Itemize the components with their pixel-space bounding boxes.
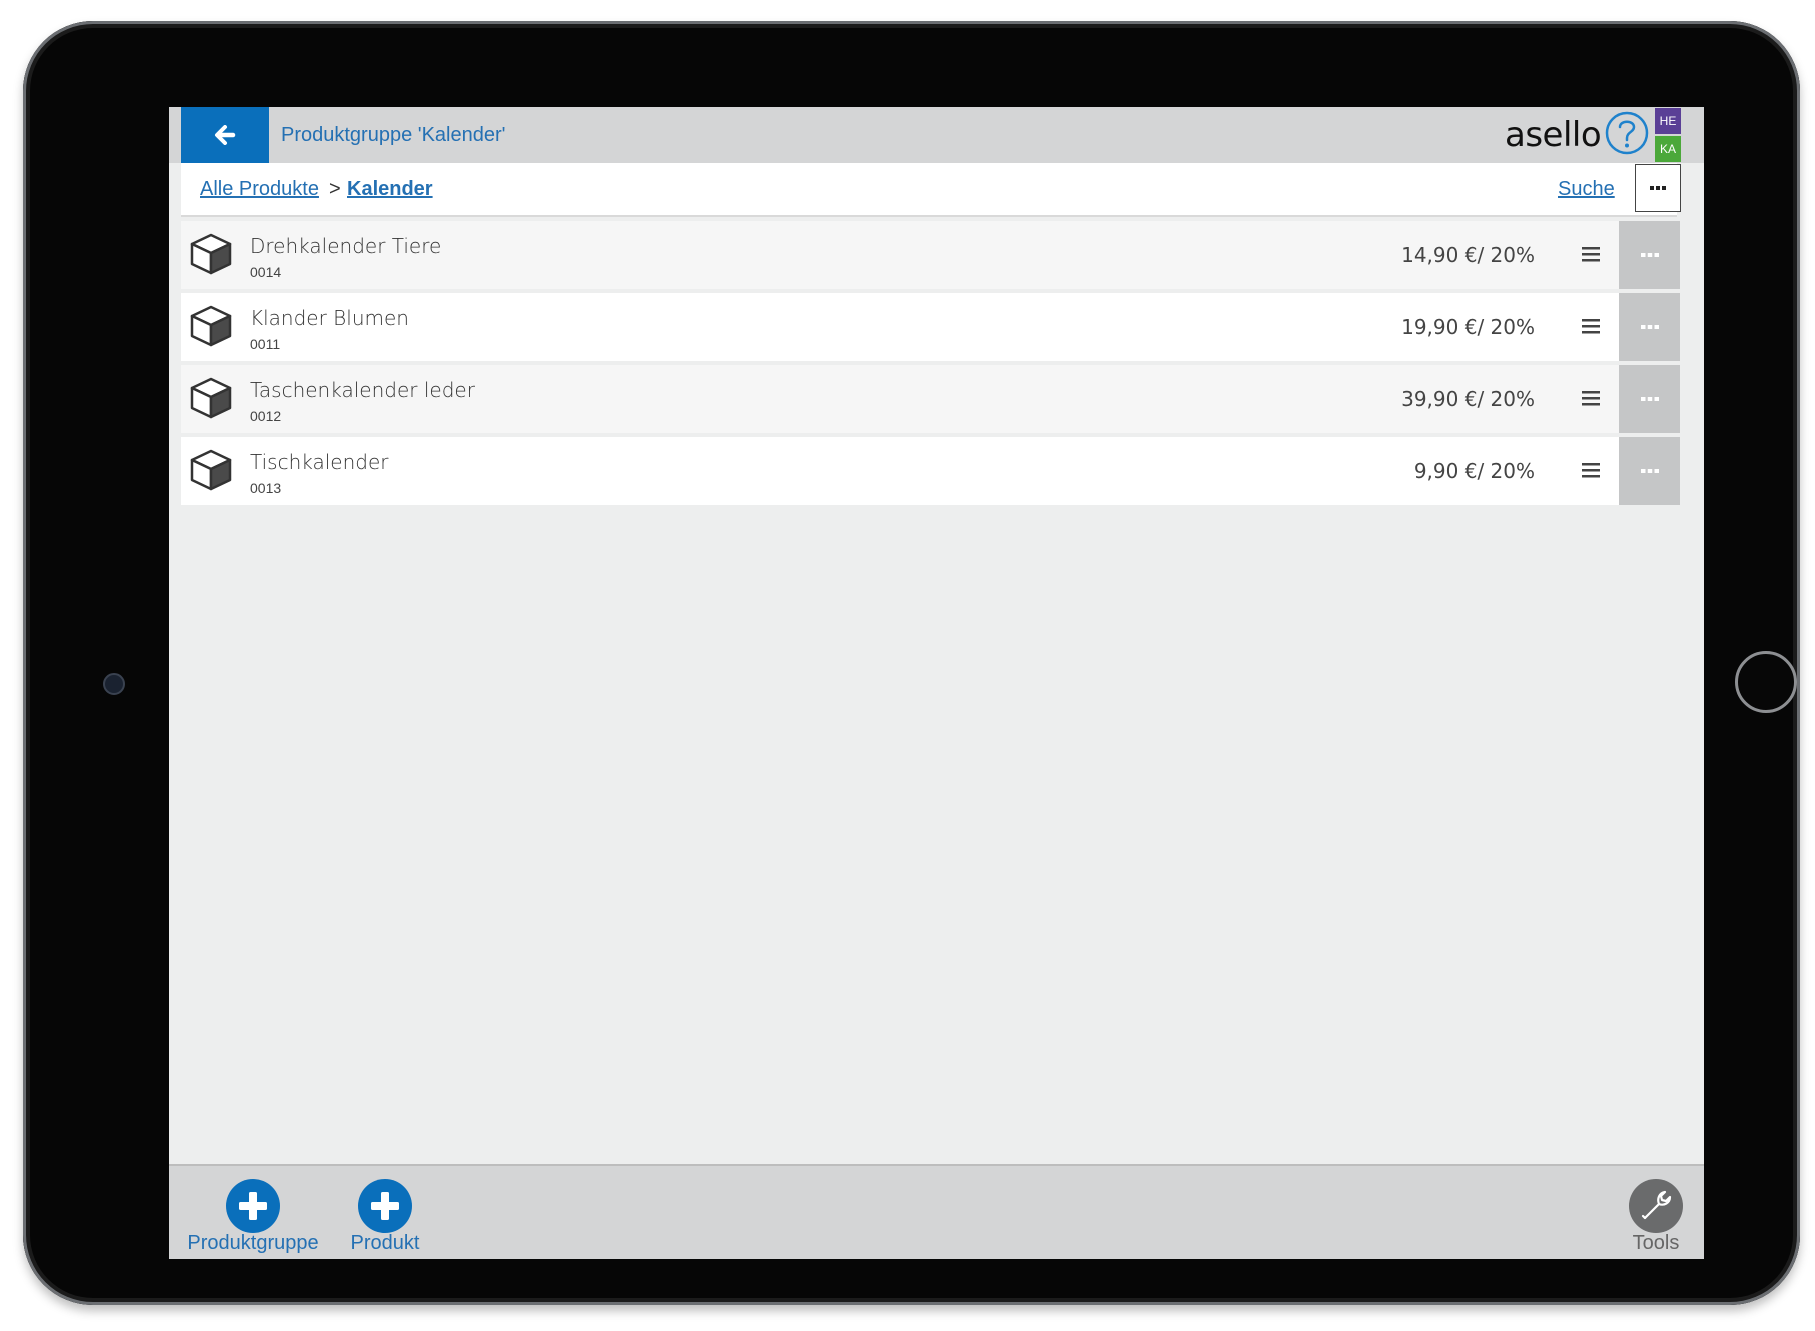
bottom-toolbar: Produktgruppe Produkt Tools: [169, 1164, 1704, 1259]
product-box-icon: [190, 377, 232, 419]
tools-label[interactable]: Tools: [1616, 1232, 1696, 1255]
row-more-button[interactable]: [1619, 293, 1680, 361]
arrow-left-icon: [215, 125, 236, 145]
ellipsis-icon: [1640, 397, 1659, 401]
ellipsis-icon: [1650, 186, 1666, 190]
product-code: 0014: [250, 264, 282, 280]
add-product-label[interactable]: Produkt: [339, 1232, 431, 1255]
tablet-frame: Produktgruppe 'Kalender' asello HE KA Al…: [23, 21, 1800, 1305]
breadcrumb-all-products-link[interactable]: Alle Produkte: [200, 163, 319, 215]
app-screen: Produktgruppe 'Kalender' asello HE KA Al…: [169, 107, 1704, 1259]
add-product-group-button[interactable]: [225, 1178, 281, 1234]
row-more-button[interactable]: [1619, 221, 1680, 289]
row-more-button[interactable]: [1619, 365, 1680, 433]
product-name: Tischkalender: [250, 450, 389, 474]
hamburger-icon[interactable]: [1582, 390, 1600, 406]
header-bar: Produktgruppe 'Kalender' asello HE KA: [169, 107, 1704, 163]
product-list: Drehkalender Tiere 0014 14,90 €/ 20% Kla…: [181, 221, 1680, 509]
ellipsis-icon: [1640, 253, 1659, 257]
product-price: 19,90 €/ 20%: [1401, 315, 1535, 339]
breadcrumb: Alle Produkte > Kalender Suche: [181, 163, 1681, 217]
user-badge-he[interactable]: HE: [1655, 108, 1681, 134]
user-badge-ka[interactable]: KA: [1655, 136, 1681, 162]
row-more-button[interactable]: [1619, 437, 1680, 505]
hamburger-icon[interactable]: [1582, 246, 1600, 262]
product-box-icon: [190, 449, 232, 491]
add-product-button[interactable]: [357, 1178, 413, 1234]
product-code: 0013: [250, 480, 282, 496]
product-code: 0011: [250, 336, 281, 352]
more-options-button[interactable]: [1635, 164, 1681, 212]
search-link[interactable]: Suche: [1558, 163, 1615, 215]
breadcrumb-separator: >: [329, 178, 341, 200]
home-button[interactable]: [1735, 651, 1797, 713]
product-row[interactable]: Drehkalender Tiere 0014 14,90 €/ 20%: [181, 221, 1680, 289]
product-box-icon: [190, 233, 232, 275]
breadcrumb-current-link[interactable]: Kalender: [347, 163, 433, 215]
product-box-icon: [190, 305, 232, 347]
product-name: Taschenkalender leder: [250, 378, 475, 402]
question-circle-icon[interactable]: [1603, 109, 1651, 157]
product-price: 39,90 €/ 20%: [1401, 387, 1535, 411]
page-title: Produktgruppe 'Kalender': [281, 124, 506, 146]
ellipsis-icon: [1640, 469, 1659, 473]
back-button[interactable]: [181, 107, 269, 163]
product-price: 9,90 €/ 20%: [1413, 459, 1535, 483]
hamburger-icon[interactable]: [1582, 462, 1600, 478]
product-name: Klander Blumen: [250, 306, 409, 330]
product-row[interactable]: Taschenkalender leder 0012 39,90 €/ 20%: [181, 365, 1680, 433]
product-row[interactable]: Tischkalender 0013 9,90 €/ 20%: [181, 437, 1680, 505]
product-name: Drehkalender Tiere: [250, 234, 442, 258]
hamburger-icon[interactable]: [1582, 318, 1600, 334]
add-product-group-label[interactable]: Produktgruppe: [181, 1232, 325, 1255]
ellipsis-icon: [1640, 325, 1659, 329]
product-row[interactable]: Klander Blumen 0011 19,90 €/ 20%: [181, 293, 1680, 361]
camera-lens: [103, 673, 125, 695]
wrench-icon[interactable]: [1628, 1178, 1684, 1234]
product-code: 0012: [250, 408, 282, 424]
asello-logo: asello: [1505, 115, 1602, 155]
product-price: 14,90 €/ 20%: [1401, 243, 1535, 267]
